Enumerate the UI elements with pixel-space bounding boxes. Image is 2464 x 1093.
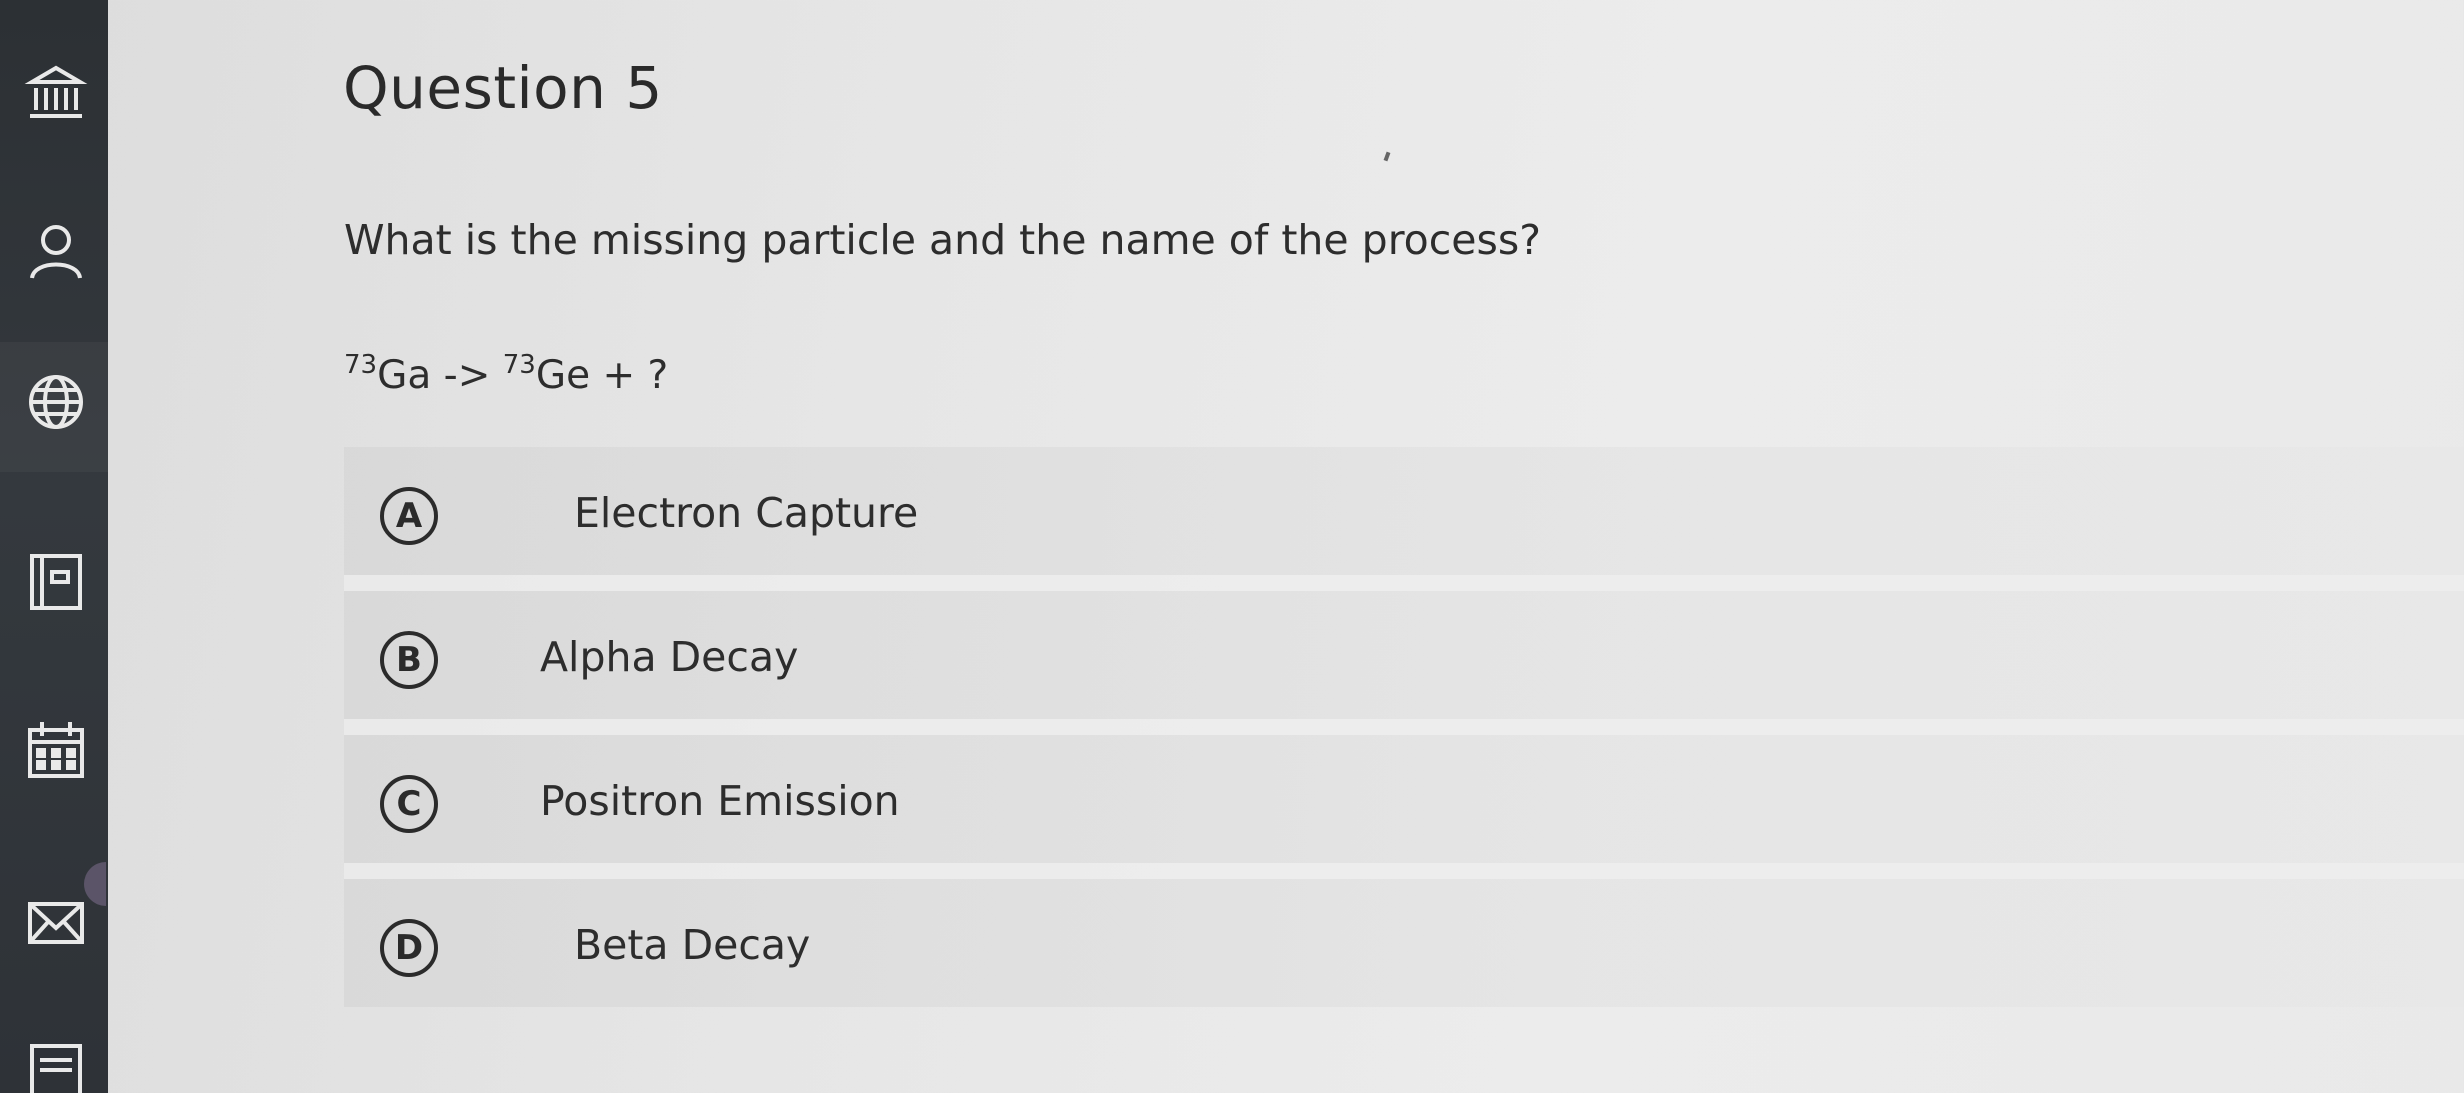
account-icon[interactable] <box>24 220 88 284</box>
choice-divider <box>344 863 2464 879</box>
reaction-arrow: -> <box>431 353 503 398</box>
reactant-symbol: Ga <box>377 353 432 398</box>
choice-letter-badge: B <box>380 631 438 689</box>
choice-letter-badge: C <box>380 775 438 833</box>
choice-divider <box>344 575 2464 591</box>
stray-mark <box>1383 151 1391 162</box>
courses-icon[interactable] <box>24 550 88 614</box>
answer-choice-b[interactable]: B Alpha Decay <box>344 591 2464 719</box>
answer-choice-a[interactable]: A Electron Capture <box>344 447 2464 575</box>
product-mass-number: 73 <box>502 350 536 380</box>
answer-choice-d[interactable]: D Beta Decay <box>344 879 2464 1007</box>
question-title: Question 5 <box>343 54 663 122</box>
nuclear-equation: 73Ga -> 73Ge + ? <box>344 350 668 398</box>
product-symbol: Ge <box>535 353 591 398</box>
question-prompt: What is the missing particle and the nam… <box>344 216 1541 264</box>
institution-icon[interactable] <box>24 60 88 124</box>
global-navigation <box>0 0 108 1093</box>
choice-letter-badge: D <box>380 919 438 977</box>
reactant-mass-number: 73 <box>344 350 378 380</box>
answer-choice-c[interactable]: C Positron Emission <box>344 735 2464 863</box>
choice-label: Positron Emission <box>540 777 900 825</box>
globe-icon[interactable] <box>24 370 88 434</box>
calendar-icon[interactable] <box>24 718 88 782</box>
choice-label: Beta Decay <box>574 921 811 969</box>
choice-divider <box>344 719 2464 735</box>
choice-label: Electron Capture <box>574 489 919 537</box>
inbox-icon[interactable] <box>24 890 88 954</box>
history-icon[interactable] <box>24 1040 88 1093</box>
missing-particle: + ? <box>590 353 669 398</box>
choice-label: Alpha Decay <box>540 633 799 681</box>
choice-letter-badge: A <box>380 487 438 545</box>
